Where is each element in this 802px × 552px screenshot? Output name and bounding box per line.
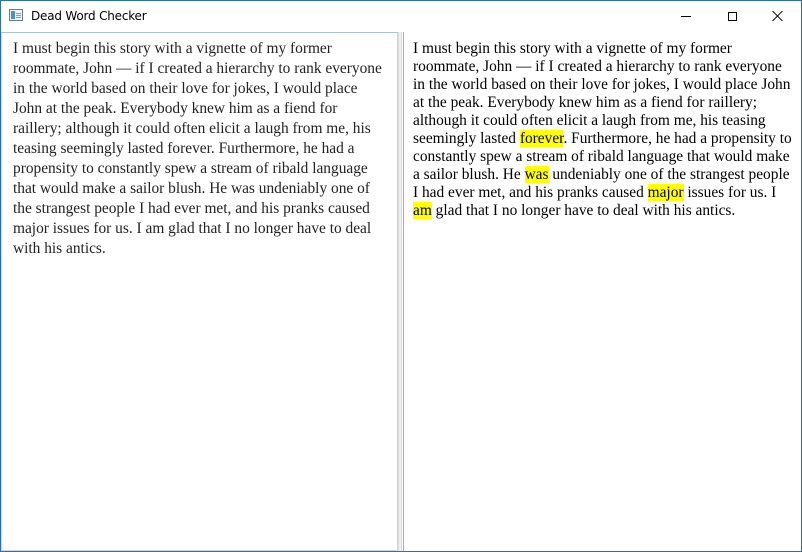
close-button[interactable] (755, 1, 801, 31)
highlighted-word: am (413, 202, 432, 219)
pane-splitter[interactable] (398, 32, 402, 551)
minimize-icon (681, 15, 691, 17)
window-title: Dead Word Checker (31, 9, 147, 23)
maximize-icon (727, 11, 737, 21)
highlighted-word: major (647, 184, 684, 201)
close-icon (772, 10, 784, 22)
preview-seg-8: glad that I no longer have to deal with … (431, 202, 736, 219)
minimize-button[interactable] (663, 1, 709, 31)
app-icon[interactable] (9, 9, 23, 21)
text-editor[interactable]: I must begin this story with a vignette … (1, 32, 398, 551)
editor-text: I must begin this story with a vignette … (13, 40, 382, 257)
highlighted-preview: I must begin this story with a vignette … (403, 32, 801, 551)
highlighted-word: forever (519, 130, 564, 147)
app-window: Dead Word Checker I must begin this stor… (0, 0, 802, 552)
maximize-button[interactable] (709, 1, 755, 31)
highlighted-word: was (524, 166, 549, 183)
preview-seg-6: issues for us. I (683, 184, 777, 201)
title-bar[interactable]: Dead Word Checker (1, 1, 801, 31)
